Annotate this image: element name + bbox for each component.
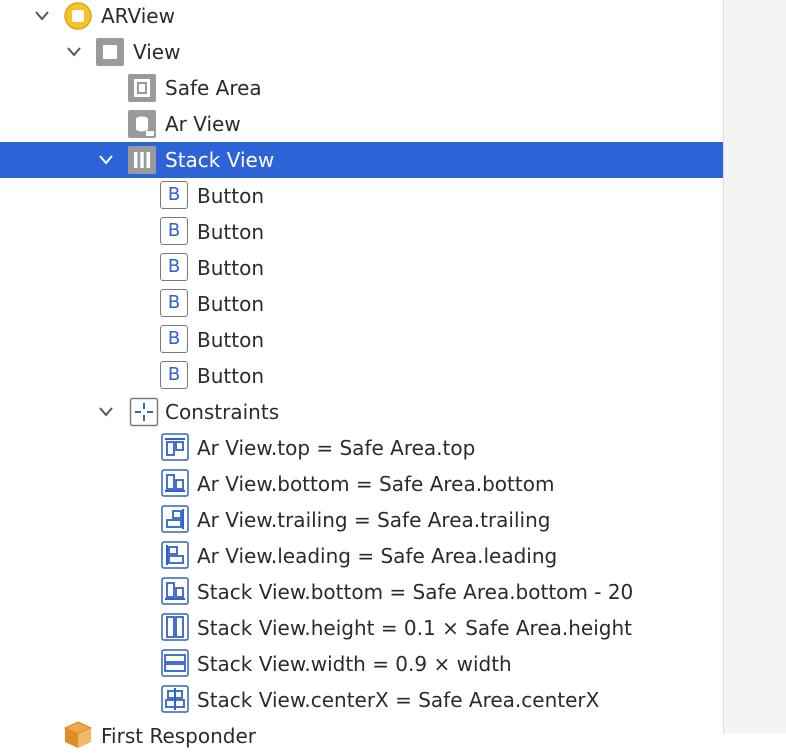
outline-label: Ar View.trailing = Safe Area.trailing: [197, 508, 551, 532]
width-icon: [161, 649, 189, 677]
outline-label: Button: [197, 184, 264, 208]
outline-label: Stack View.width = 0.9 × width: [197, 652, 512, 676]
view-icon: [96, 38, 124, 66]
outline-row-button[interactable]: B Button: [0, 250, 723, 286]
outline-label: Button: [197, 364, 264, 388]
outline-label: View: [133, 40, 181, 64]
outline-label: Safe Area: [165, 76, 262, 100]
center-x-icon: [161, 685, 189, 713]
outline-label: Ar View.leading = Safe Area.leading: [197, 544, 558, 568]
outline-label: Button: [197, 292, 264, 316]
outline-row-button[interactable]: B Button: [0, 214, 723, 250]
outline-label: Stack View.bottom = Safe Area.bottom - 2…: [197, 580, 634, 604]
button-icon: B: [160, 181, 188, 209]
outline-row-stack-view[interactable]: Stack View: [0, 142, 723, 178]
outline-row-constraint[interactable]: Stack View.width = 0.9 × width: [0, 646, 723, 682]
outline-row-button[interactable]: B Button: [0, 178, 723, 214]
align-top-icon: [161, 433, 189, 461]
first-responder-icon: [63, 721, 93, 748]
align-bottom-icon: [161, 577, 189, 605]
safe-area-icon: [128, 74, 156, 102]
outline-label: Stack View.centerX = Safe Area.centerX: [197, 688, 600, 712]
outline-row-constraint[interactable]: Ar View.top = Safe Area.top: [0, 430, 723, 466]
outline-label: Button: [197, 220, 264, 244]
outline-row-constraint[interactable]: Ar View.bottom = Safe Area.bottom: [0, 466, 723, 502]
outline-row-constraint[interactable]: Stack View.height = 0.1 × Safe Area.heig…: [0, 610, 723, 646]
button-icon: B: [160, 289, 188, 317]
outline-label: Ar View.top = Safe Area.top: [197, 436, 476, 460]
outline-label: First Responder: [101, 724, 256, 748]
outline-row-view[interactable]: View: [0, 34, 723, 70]
scene-icon: [64, 2, 92, 30]
outline-row-constraint[interactable]: Stack View.bottom = Safe Area.bottom - 2…: [0, 574, 723, 610]
button-icon: B: [160, 361, 188, 389]
chevron-down-icon[interactable]: [98, 405, 114, 419]
outline-row-first-responder[interactable]: First Responder: [0, 718, 723, 754]
stack-view-icon: [128, 146, 156, 174]
align-bottom-icon: [161, 469, 189, 497]
ar-view-icon: [128, 110, 156, 138]
outline-row-arview[interactable]: ARView: [0, 0, 723, 34]
outline-row-constraints[interactable]: Constraints: [0, 394, 723, 430]
chevron-down-icon[interactable]: [98, 153, 114, 167]
button-icon: B: [160, 253, 188, 281]
outline-row-constraint[interactable]: Ar View.trailing = Safe Area.trailing: [0, 502, 723, 538]
outline-label: Constraints: [165, 400, 280, 424]
outline-label: Button: [197, 328, 264, 352]
document-outline: ARView View Safe Area Ar View Stack View…: [0, 0, 723, 748]
button-icon: B: [160, 325, 188, 353]
outline-label: Ar View: [165, 112, 241, 136]
outline-label: Stack View: [165, 148, 275, 172]
align-trailing-icon: [161, 505, 189, 533]
outline-row-button[interactable]: B Button: [0, 322, 723, 358]
height-icon: [161, 613, 189, 641]
chevron-down-icon[interactable]: [34, 9, 50, 23]
outline-label: ARView: [101, 4, 175, 28]
outline-label: Button: [197, 256, 264, 280]
outline-label: Stack View.height = 0.1 × Safe Area.heig…: [197, 616, 632, 640]
chevron-down-icon[interactable]: [66, 45, 82, 59]
align-leading-icon: [161, 541, 189, 569]
outline-row-safe-area[interactable]: Safe Area: [0, 70, 723, 106]
outline-row-button[interactable]: B Button: [0, 358, 723, 394]
outline-row-constraint[interactable]: Ar View.leading = Safe Area.leading: [0, 538, 723, 574]
outline-label: Ar View.bottom = Safe Area.bottom: [197, 472, 555, 496]
outline-row-constraint[interactable]: Stack View.centerX = Safe Area.centerX: [0, 682, 723, 718]
outline-row-ar-view[interactable]: Ar View: [0, 106, 723, 142]
canvas-edge-panel: [723, 0, 786, 734]
constraints-icon: [129, 397, 159, 427]
outline-row-button[interactable]: B Button: [0, 286, 723, 322]
button-icon: B: [160, 217, 188, 245]
